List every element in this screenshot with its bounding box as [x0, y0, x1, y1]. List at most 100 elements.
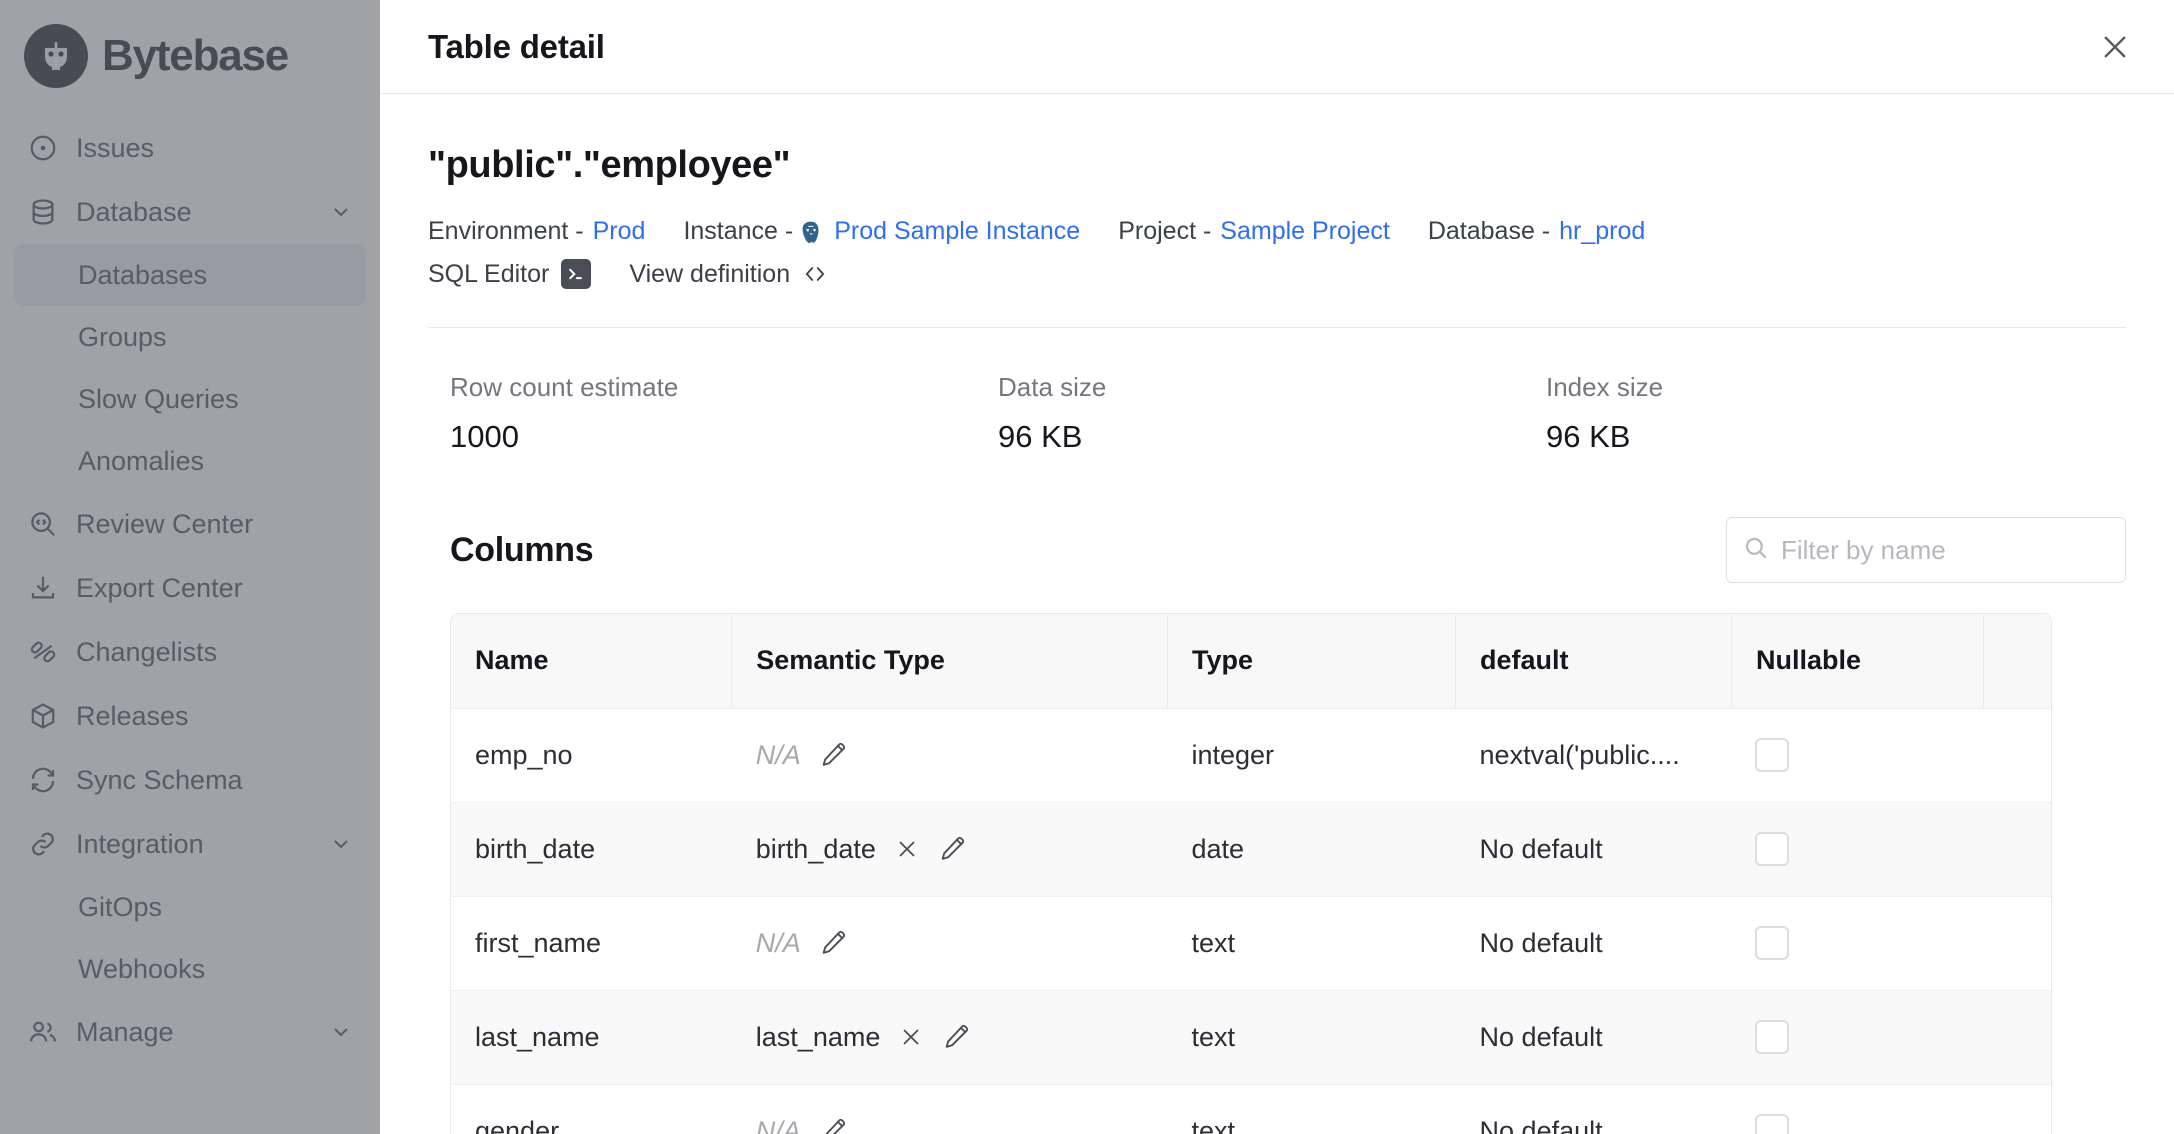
section-divider	[428, 327, 2126, 328]
chevron-down-icon[interactable]	[328, 1019, 354, 1045]
sidebar-item-releases[interactable]: Releases	[14, 684, 366, 748]
edit-semantic-type-icon[interactable]	[819, 929, 847, 957]
sidebar-item-slow-queries[interactable]: Slow Queries	[14, 368, 366, 430]
stat-value: 1000	[450, 419, 998, 455]
view-definition-button[interactable]: View definition	[629, 260, 828, 289]
table-row[interactable]: emp_noN/Aintegernextval('public....	[451, 708, 2051, 802]
remove-semantic-type-icon[interactable]	[898, 1024, 924, 1050]
sidebar-item-label: Databases	[78, 260, 207, 291]
table-row[interactable]: birth_datebirth_datedateNo default	[451, 802, 2051, 896]
column-header-name[interactable]: Name	[451, 614, 732, 708]
sidebar: Bytebase Issues Database Databases	[0, 0, 380, 1134]
meta-label: Instance -	[683, 209, 793, 253]
sidebar-item-label: Export Center	[76, 575, 243, 602]
sidebar-item-databases[interactable]: Databases	[14, 244, 366, 306]
cell-type: date	[1167, 802, 1455, 896]
table-stats: Row count estimate 1000 Data size 96 KB …	[428, 372, 2126, 455]
app-root: Bytebase Issues Database Databases	[0, 0, 2174, 1134]
nullable-checkbox[interactable]	[1755, 1114, 1789, 1134]
edit-semantic-type-icon[interactable]	[942, 1023, 970, 1051]
stat-label: Index size	[1546, 372, 2094, 403]
meta-database: Database - hr_prod	[1428, 209, 1645, 253]
table-row[interactable]: first_nameN/AtextNo default	[451, 896, 2051, 990]
cell-nullable	[1731, 990, 1983, 1084]
brand-name: Bytebase	[102, 34, 288, 78]
cell-semantic-type: N/A	[732, 896, 1168, 990]
sidebar-nav: Issues Database Databases Groups Slow Qu…	[0, 110, 380, 1064]
column-header-type[interactable]: Type	[1167, 614, 1455, 708]
sidebar-item-export-center[interactable]: Export Center	[14, 556, 366, 620]
circle-dot-icon	[26, 131, 60, 165]
sidebar-item-groups[interactable]: Groups	[14, 306, 366, 368]
sidebar-item-webhooks[interactable]: Webhooks	[14, 938, 366, 1000]
cell-semantic-type: last_name	[732, 990, 1168, 1084]
cell-semantic-type: N/A	[732, 1084, 1168, 1134]
chevron-down-icon[interactable]	[328, 831, 354, 857]
cell-type: text	[1167, 1084, 1455, 1134]
cell-column-name: last_name	[451, 990, 732, 1084]
cell-default: No default	[1456, 1084, 1732, 1134]
column-header-nullable[interactable]: Nullable	[1731, 614, 1983, 708]
cell-spacer	[1983, 708, 2051, 802]
brand[interactable]: Bytebase	[0, 0, 380, 110]
nullable-checkbox[interactable]	[1755, 832, 1789, 866]
table-row[interactable]: genderN/AtextNo default	[451, 1084, 2051, 1134]
code-search-icon	[26, 507, 60, 541]
search-icon	[1743, 535, 1769, 566]
nullable-checkbox[interactable]	[1755, 926, 1789, 960]
postgres-elephant-icon	[797, 217, 825, 245]
chevron-down-icon[interactable]	[328, 199, 354, 225]
sidebar-item-manage[interactable]: Manage	[14, 1000, 366, 1064]
database-link[interactable]: hr_prod	[1559, 209, 1645, 253]
meta-label: Database -	[1428, 209, 1550, 253]
project-link[interactable]: Sample Project	[1220, 209, 1390, 253]
environment-link[interactable]: Prod	[593, 209, 646, 253]
sidebar-item-issues[interactable]: Issues	[14, 116, 366, 180]
table-detail-panel: Table detail "public"."employee" Environ…	[380, 0, 2174, 1134]
sidebar-item-label: Sync Schema	[76, 767, 243, 794]
nullable-checkbox[interactable]	[1755, 1020, 1789, 1054]
link-icon	[26, 827, 60, 861]
column-header-semantic[interactable]: Semantic Type	[732, 614, 1168, 708]
nullable-checkbox[interactable]	[1755, 738, 1789, 772]
semantic-type-value: last_name	[756, 1022, 881, 1053]
sidebar-item-changelists[interactable]: Changelists	[14, 620, 366, 684]
edit-semantic-type-icon[interactable]	[938, 835, 966, 863]
instance-link[interactable]: Prod Sample Instance	[834, 209, 1080, 253]
sidebar-item-gitops[interactable]: GitOps	[14, 876, 366, 938]
sidebar-item-label: Releases	[76, 703, 189, 730]
sidebar-item-review-center[interactable]: Review Center	[14, 492, 366, 556]
sidebar-item-label: Webhooks	[78, 954, 205, 985]
cell-nullable	[1731, 1084, 1983, 1134]
semantic-type-value: N/A	[756, 740, 801, 771]
meta-label: Project -	[1118, 209, 1211, 253]
cell-column-name: first_name	[451, 896, 732, 990]
stat-value: 96 KB	[1546, 419, 2094, 455]
changelist-icon	[26, 635, 60, 669]
sidebar-item-sync-schema[interactable]: Sync Schema	[14, 748, 366, 812]
filter-input-wrapper[interactable]	[1726, 517, 2126, 583]
cell-spacer	[1983, 1084, 2051, 1134]
sidebar-item-label: Manage	[76, 1019, 174, 1046]
sidebar-item-anomalies[interactable]: Anomalies	[14, 430, 366, 492]
edit-semantic-type-icon[interactable]	[819, 741, 847, 769]
sidebar-item-integration[interactable]: Integration	[14, 812, 366, 876]
column-header-default[interactable]: default	[1456, 614, 1732, 708]
cell-spacer	[1983, 990, 2051, 1084]
table-row[interactable]: last_namelast_nametextNo default	[451, 990, 2051, 1084]
filter-by-name-input[interactable]	[1781, 535, 2109, 566]
sidebar-item-database[interactable]: Database	[14, 180, 366, 244]
stat-row-count: Row count estimate 1000	[450, 372, 998, 455]
meta-label: Environment -	[428, 209, 584, 253]
meta-project: Project - Sample Project	[1118, 209, 1390, 253]
close-icon[interactable]	[2092, 24, 2138, 70]
sidebar-item-label: Groups	[78, 322, 167, 353]
columns-table-wrapper: Name Semantic Type Type default Nullable…	[450, 613, 2052, 1134]
cell-type: text	[1167, 990, 1455, 1084]
sql-editor-button[interactable]: SQL Editor	[428, 259, 591, 289]
users-icon	[26, 1015, 60, 1049]
remove-semantic-type-icon[interactable]	[894, 836, 920, 862]
panel-body: "public"."employee" Environment - Prod I…	[380, 144, 2174, 1134]
edit-semantic-type-icon[interactable]	[819, 1117, 847, 1134]
sidebar-item-label: Changelists	[76, 639, 217, 666]
